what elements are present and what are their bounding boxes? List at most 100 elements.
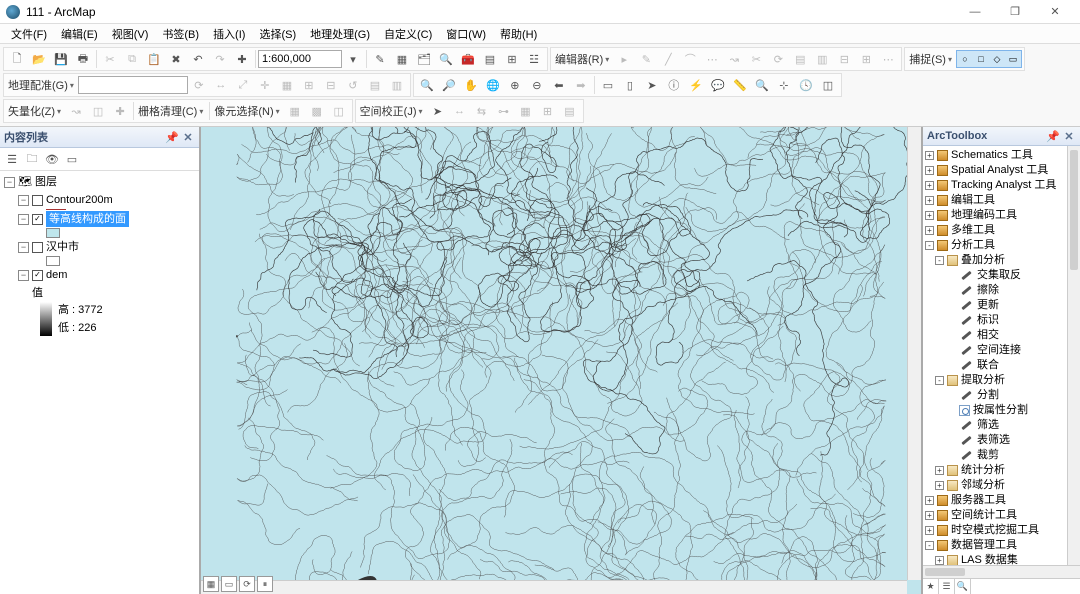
georef-layer-combo[interactable] (78, 76, 188, 94)
sa-link-icon[interactable]: ↔ (450, 101, 470, 121)
toc-list-selection-icon[interactable]: ▭ (63, 150, 81, 168)
measure-icon[interactable]: 📏 (730, 75, 750, 95)
sa-mlink-icon[interactable]: ⇆ (472, 101, 492, 121)
select-elements-icon[interactable]: ➤ (642, 75, 662, 95)
toc-layer-contour[interactable]: −Contour200m (18, 191, 197, 209)
redo-icon[interactable]: ↷ (210, 49, 230, 69)
georef-b-icon[interactable]: ▥ (387, 75, 407, 95)
fixed-zoom-out-icon[interactable]: ⊖ (527, 75, 547, 95)
toolbox-item[interactable]: -分析工具 (925, 238, 1080, 253)
toc-tree[interactable]: −🗺图层 −Contour200m −✓等高线构成的面 −汉中市 −✓dem 值… (0, 171, 199, 594)
findxy-icon[interactable]: ⊹ (774, 75, 794, 95)
menu-window[interactable]: 窗口(W) (439, 24, 493, 44)
edit-arc-icon[interactable]: ⌒ (680, 49, 700, 69)
toolbox-item[interactable]: 擦除 (925, 283, 1080, 298)
map-scroll-vertical[interactable] (907, 127, 921, 580)
toolbox-item[interactable]: -叠加分析 (925, 253, 1080, 268)
arctoolbox-scroll-horizontal[interactable] (923, 565, 1080, 578)
toolbox-item[interactable]: +Spatial Analyst 工具 (925, 163, 1080, 178)
toolbox-item[interactable]: +LAS 数据集 (925, 553, 1080, 565)
toc-close-icon[interactable]: ✕ (181, 130, 195, 144)
edit-line-icon[interactable]: ╱ (658, 49, 678, 69)
zoom-in-icon[interactable]: 🔍 (417, 75, 437, 95)
zoom-out-icon[interactable]: 🔎 (439, 75, 459, 95)
vec-gen-icon[interactable]: ✚ (110, 101, 130, 121)
catalog-icon[interactable]: 🗂 (414, 49, 434, 69)
new-icon[interactable]: 🗋 (7, 49, 27, 69)
edit-reshape-icon[interactable]: ↝ (724, 49, 744, 69)
toc-list-drawing-icon[interactable]: ☰ (3, 150, 21, 168)
undo-icon[interactable]: ↶ (188, 49, 208, 69)
full-extent-icon[interactable]: 🌐 (483, 75, 503, 95)
toolbox-item[interactable]: 空间连接 (925, 343, 1080, 358)
arctoolbox-icon[interactable]: 🧰 (458, 49, 478, 69)
georef-a-icon[interactable]: ▤ (365, 75, 385, 95)
toolbox-item[interactable]: +时空模式挖掘工具 (925, 523, 1080, 538)
maximize-button[interactable]: ❐ (996, 1, 1034, 23)
edit-merge-icon[interactable]: ⊞ (856, 49, 876, 69)
edit-split-icon[interactable]: ⊟ (834, 49, 854, 69)
toolbox-item[interactable]: 标识 (925, 313, 1080, 328)
snap-toggles[interactable]: ○ □ ◇ ▭ (956, 50, 1022, 68)
georef-autoadjust-icon[interactable]: ⊞ (299, 75, 319, 95)
georef-scale-icon[interactable]: ⤢ (233, 75, 253, 95)
arctoolbox-tree[interactable]: +Schematics 工具+Spatial Analyst 工具+Tracki… (923, 146, 1080, 565)
rasterclean-dropdown[interactable]: 栅格清理(C) (136, 103, 207, 119)
toolbox-item[interactable]: 分割 (925, 388, 1080, 403)
toolbox-item[interactable]: +统计分析 (925, 463, 1080, 478)
python-icon[interactable]: ▤ (480, 49, 500, 69)
next-extent-icon[interactable]: ➡ (571, 75, 591, 95)
identify-icon[interactable]: ⓘ (664, 75, 684, 95)
fixed-zoom-in-icon[interactable]: ⊕ (505, 75, 525, 95)
snapping-dropdown[interactable]: 捕捉(S) (907, 51, 956, 67)
toolbox-item[interactable]: 联合 (925, 358, 1080, 373)
modelbuilder-icon[interactable]: ⊞ (502, 49, 522, 69)
print-icon[interactable]: 🖶 (73, 49, 93, 69)
arctoolbox-scroll-vertical[interactable] (1067, 146, 1080, 565)
toolbox-item[interactable]: +服务器工具 (925, 493, 1080, 508)
edit-vertex-icon[interactable]: ⋯ (702, 49, 722, 69)
georef-rotate-icon[interactable]: ⟳ (189, 75, 209, 95)
delete-icon[interactable]: ✖ (166, 49, 186, 69)
open-icon[interactable]: 📂 (29, 49, 49, 69)
cell-c-icon[interactable]: ◫ (329, 101, 349, 121)
arctoolbox-pin-icon[interactable]: 📌 (1046, 129, 1060, 143)
toolbox-item[interactable]: -提取分析 (925, 373, 1080, 388)
georef-link-icon[interactable]: ✛ (255, 75, 275, 95)
vec-shape-icon[interactable]: ◫ (88, 101, 108, 121)
scale-dropdown-icon[interactable]: ▾ (343, 49, 363, 69)
edit-rotate-icon[interactable]: ⟳ (768, 49, 788, 69)
edit-pointer-icon[interactable]: ▸ (614, 49, 634, 69)
viewer-window-icon[interactable]: ◫ (818, 75, 838, 95)
toolbox-item[interactable]: 交集取反 (925, 268, 1080, 283)
select-features-icon[interactable]: ▭ (598, 75, 618, 95)
refresh-view-icon[interactable]: ⟳ (239, 576, 255, 592)
editor-toolbar-icon[interactable]: ✎ (370, 49, 390, 69)
cellselect-dropdown[interactable]: 像元选择(N) (212, 103, 283, 119)
search-icon[interactable]: 🔍 (436, 49, 456, 69)
arctoolbox-close-icon[interactable]: ✕ (1062, 129, 1076, 143)
hyperlink-icon[interactable]: ⚡ (686, 75, 706, 95)
close-button[interactable]: ✕ (1036, 1, 1074, 23)
edit-sketch-icon[interactable]: ▥ (812, 49, 832, 69)
arctoolbox-tab-fav[interactable]: ★ (923, 579, 939, 594)
edit-tool-icon[interactable]: ✎ (636, 49, 656, 69)
cell-b-icon[interactable]: ▩ (307, 101, 327, 121)
toolbox-item[interactable]: +多维工具 (925, 223, 1080, 238)
toc-list-visibility-icon[interactable]: 👁 (43, 150, 61, 168)
map-view[interactable]: ▦ ▭ ⟳ ⏸ (200, 127, 922, 594)
toolbox-item[interactable]: +Tracking Analyst 工具 (925, 178, 1080, 193)
menu-geoprocessing[interactable]: 地理处理(G) (303, 24, 377, 44)
georef-delete-icon[interactable]: ⊟ (321, 75, 341, 95)
toc-layer-dem[interactable]: −✓dem (18, 266, 197, 284)
vectorize-dropdown[interactable]: 矢量化(Z) (6, 103, 65, 119)
edit-cut-icon[interactable]: ✂ (746, 49, 766, 69)
toolbox-item[interactable]: 表筛选 (925, 433, 1080, 448)
sa-select-icon[interactable]: ➤ (428, 101, 448, 121)
toc-list-source-icon[interactable]: 🗀 (23, 150, 41, 168)
toolbox-item[interactable]: +地理编码工具 (925, 208, 1080, 223)
toc-root[interactable]: −🗺图层 (4, 173, 197, 191)
toolbox-item[interactable]: +邻域分析 (925, 478, 1080, 493)
data-view-tab[interactable]: ▦ (203, 576, 219, 592)
html-popup-icon[interactable]: 💬 (708, 75, 728, 95)
